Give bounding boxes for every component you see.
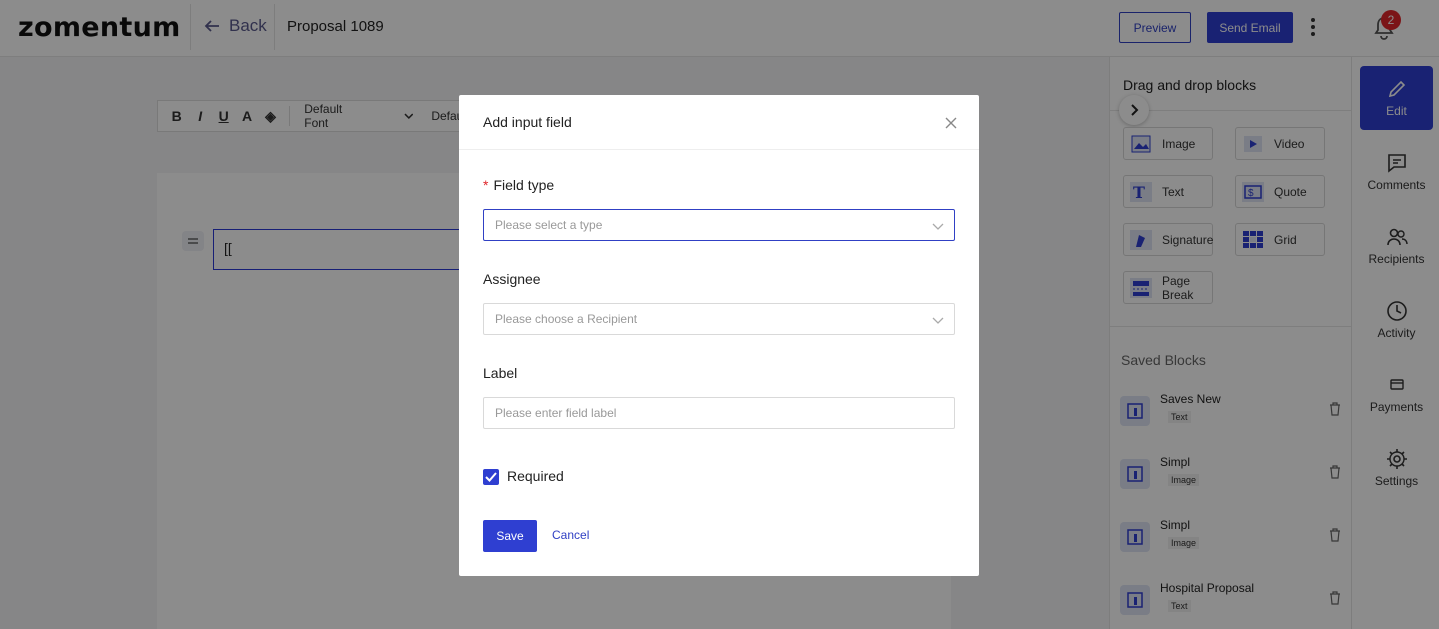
checkmark-icon bbox=[485, 472, 497, 482]
close-icon[interactable] bbox=[943, 115, 959, 131]
divider bbox=[459, 149, 979, 150]
modal-title: Add input field bbox=[483, 114, 572, 130]
chevron-down-icon bbox=[932, 223, 944, 230]
assignee-select[interactable]: Please choose a Recipient bbox=[483, 303, 955, 335]
required-checkbox[interactable] bbox=[483, 469, 499, 485]
required-label[interactable]: Required bbox=[507, 468, 564, 484]
cancel-button[interactable]: Cancel bbox=[552, 528, 589, 542]
field-type-label: * Field type bbox=[483, 177, 555, 193]
field-type-select[interactable]: Please select a type bbox=[483, 209, 955, 241]
add-input-field-modal: Add input field * Field type Please selec… bbox=[459, 95, 979, 576]
label-field-label: Label bbox=[483, 365, 518, 381]
field-type-placeholder: Please select a type bbox=[495, 218, 603, 232]
assignee-label: Assignee bbox=[483, 271, 541, 287]
chevron-down-icon bbox=[932, 317, 944, 324]
label-input[interactable] bbox=[483, 397, 955, 429]
save-button[interactable]: Save bbox=[483, 520, 537, 552]
assignee-placeholder: Please choose a Recipient bbox=[495, 312, 638, 326]
required-marker: * bbox=[483, 177, 489, 193]
